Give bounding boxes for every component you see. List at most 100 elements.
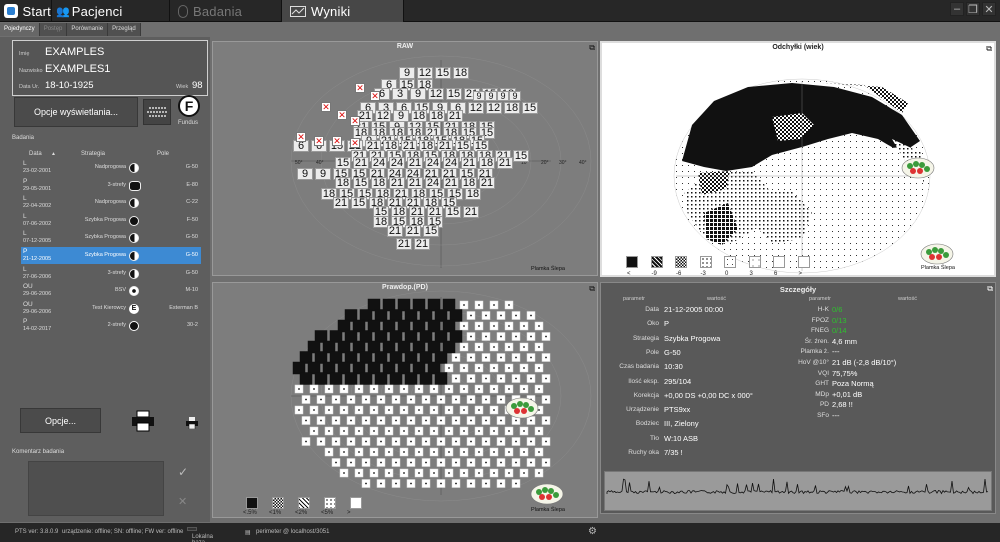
fundus-label: Fundus <box>178 120 199 126</box>
raw-axis-tick: 30° <box>559 160 567 166</box>
pd-point <box>292 361 306 375</box>
first-name-label: Imię <box>19 51 30 57</box>
field-shape-icon: E <box>129 303 139 314</box>
tab-tests[interactable]: Badania <box>170 0 282 22</box>
pd-point <box>412 361 426 375</box>
pd-point <box>419 330 433 343</box>
detail-key: Oko <box>647 320 659 328</box>
col-field[interactable]: Pole <box>157 151 169 157</box>
details-panel: Szczegóły ⧉ parametr wartość parametr wa… <box>600 282 996 514</box>
row-field: C-22 <box>186 199 198 206</box>
status-device: urządzenie: offline; SN: offline; FW ver… <box>62 529 184 535</box>
table-row[interactable]: L 27-06-2006 3-strefy G-50 <box>21 265 201 282</box>
legend-swatch <box>748 256 761 268</box>
threshold-cell: 18 <box>465 188 481 200</box>
row-date: 29-06-2006 <box>23 291 52 298</box>
print-report-icon[interactable] <box>131 410 155 432</box>
pd-point <box>412 340 426 354</box>
legend-swatch <box>773 256 785 268</box>
detail-value: 2,68 !! <box>832 400 853 410</box>
tab-results[interactable]: Wyniki <box>282 0 404 22</box>
table-row[interactable]: L 07-06-2002 Szybka Progowa F-50 <box>21 212 201 229</box>
pd-point <box>367 340 381 354</box>
table-row[interactable]: OU 29-06-2006 BSV M-10 <box>21 282 201 299</box>
field-shape-icon <box>129 268 139 279</box>
table-row[interactable]: P 29-05-2001 3-strefy E-80 <box>21 177 201 194</box>
pd-legend-label: <5% <box>321 510 334 516</box>
expand-details-icon[interactable]: ⧉ <box>987 284 993 294</box>
pd-point <box>359 351 373 364</box>
row-strategy: 3-strefy <box>107 269 126 276</box>
field-shape-icon <box>129 321 139 332</box>
pd-point <box>337 340 351 354</box>
detail-key: MDp <box>815 390 829 398</box>
display-options-button[interactable]: Opcje wyświetlania... <box>14 97 138 127</box>
pd-point <box>344 309 358 322</box>
legend-swatch <box>724 256 736 268</box>
close-icon[interactable]: ✕ <box>982 2 996 16</box>
threshold-cell: 12 <box>428 88 444 100</box>
legend-label: 6 <box>774 271 778 277</box>
threshold-cell: 9 <box>315 168 331 180</box>
detail-key: Tło <box>649 434 659 442</box>
col-date[interactable]: Data <box>29 151 42 157</box>
fundus-button[interactable]: F Fundus <box>176 95 202 129</box>
tab-start[interactable]: Start <box>0 0 52 22</box>
comment-textarea[interactable] <box>28 461 164 516</box>
detail-value: +0,01 dB <box>832 389 863 399</box>
options-button[interactable]: Opcje... <box>20 408 101 433</box>
restore-icon[interactable]: ❐ <box>966 2 980 16</box>
last-name-value: EXAMPLES1 <box>45 63 111 75</box>
table-row[interactable]: P 21-12-2005 Szybka Progowa G-50 <box>21 247 201 264</box>
threshold-cell: 9 <box>410 88 426 100</box>
quick-print-icon[interactable] <box>186 416 198 430</box>
pd-point <box>352 340 366 354</box>
row-strategy: Test Kierowcy <box>92 304 126 311</box>
missed-point-icon: ✕ <box>355 82 365 93</box>
legend-label: -6 <box>676 271 682 277</box>
pd-point <box>359 330 373 343</box>
row-date: 21-12-2005 <box>23 256 52 262</box>
detail-value: 10:30 <box>664 362 683 372</box>
tab-patients[interactable]: 👥 Pacjenci <box>52 0 170 22</box>
row-eye: P <box>23 248 28 255</box>
pd-point <box>367 298 381 312</box>
subtab-progress[interactable]: Postęp <box>40 23 68 36</box>
col-strategy[interactable]: Strategia <box>81 151 105 157</box>
cancel-x-icon[interactable]: ✕ <box>178 495 187 508</box>
pd-point <box>397 340 411 354</box>
subtab-overview[interactable]: Przegląd <box>108 23 141 36</box>
pd-point <box>322 340 336 354</box>
pd-point <box>434 330 448 343</box>
status-local-db[interactable]: Lokalna baza <box>187 527 213 542</box>
detail-key: Pole <box>645 348 659 356</box>
pd-point <box>344 351 358 364</box>
table-row[interactable]: L 07-12-2005 Szybka Progowa G-50 <box>21 229 201 246</box>
table-row[interactable]: L 22-04-2002 Nadprogowa C-22 <box>21 194 201 211</box>
minimize-icon[interactable]: – <box>950 2 964 16</box>
detail-key: FPOZ <box>811 316 829 324</box>
sort-asc-icon[interactable]: ▲ <box>51 151 56 157</box>
row-strategy: Nadprogowa <box>94 164 126 170</box>
threshold-cell: 3 <box>392 88 408 100</box>
pd-point <box>442 340 456 354</box>
subtab-single[interactable]: Pojedynczy <box>0 23 40 36</box>
connection-gear-icon[interactable]: ⚙ <box>588 526 597 537</box>
pd-point <box>449 309 463 322</box>
detail-key: Data <box>645 306 659 313</box>
pd-point <box>314 351 328 364</box>
table-row[interactable]: P 14-02-2017 2-strefy 30-2 <box>21 317 201 334</box>
legend-label: -3 <box>700 271 706 277</box>
row-field: 30-2 <box>186 322 198 329</box>
pd-point <box>374 309 388 322</box>
fundus-icon: F <box>178 95 200 117</box>
table-row[interactable]: OU 29-06-2006 Test Kierowcy Esterman B E <box>21 300 201 317</box>
table-row[interactable]: L 23-02-2001 Nadprogowa G-50 <box>21 159 201 176</box>
fixation-trace <box>606 478 989 495</box>
subtab-compare[interactable]: Porównanie <box>67 23 109 36</box>
grid-view-icon[interactable] <box>143 99 171 125</box>
legend-label: -9 <box>651 271 657 277</box>
top-navigation-bar: Start 👥 Pacjenci Badania Wyniki – ❐ ✕ <box>0 0 1000 22</box>
confirm-check-icon[interactable]: ✓ <box>178 465 188 479</box>
missed-point-icon: ✕ <box>350 137 360 148</box>
